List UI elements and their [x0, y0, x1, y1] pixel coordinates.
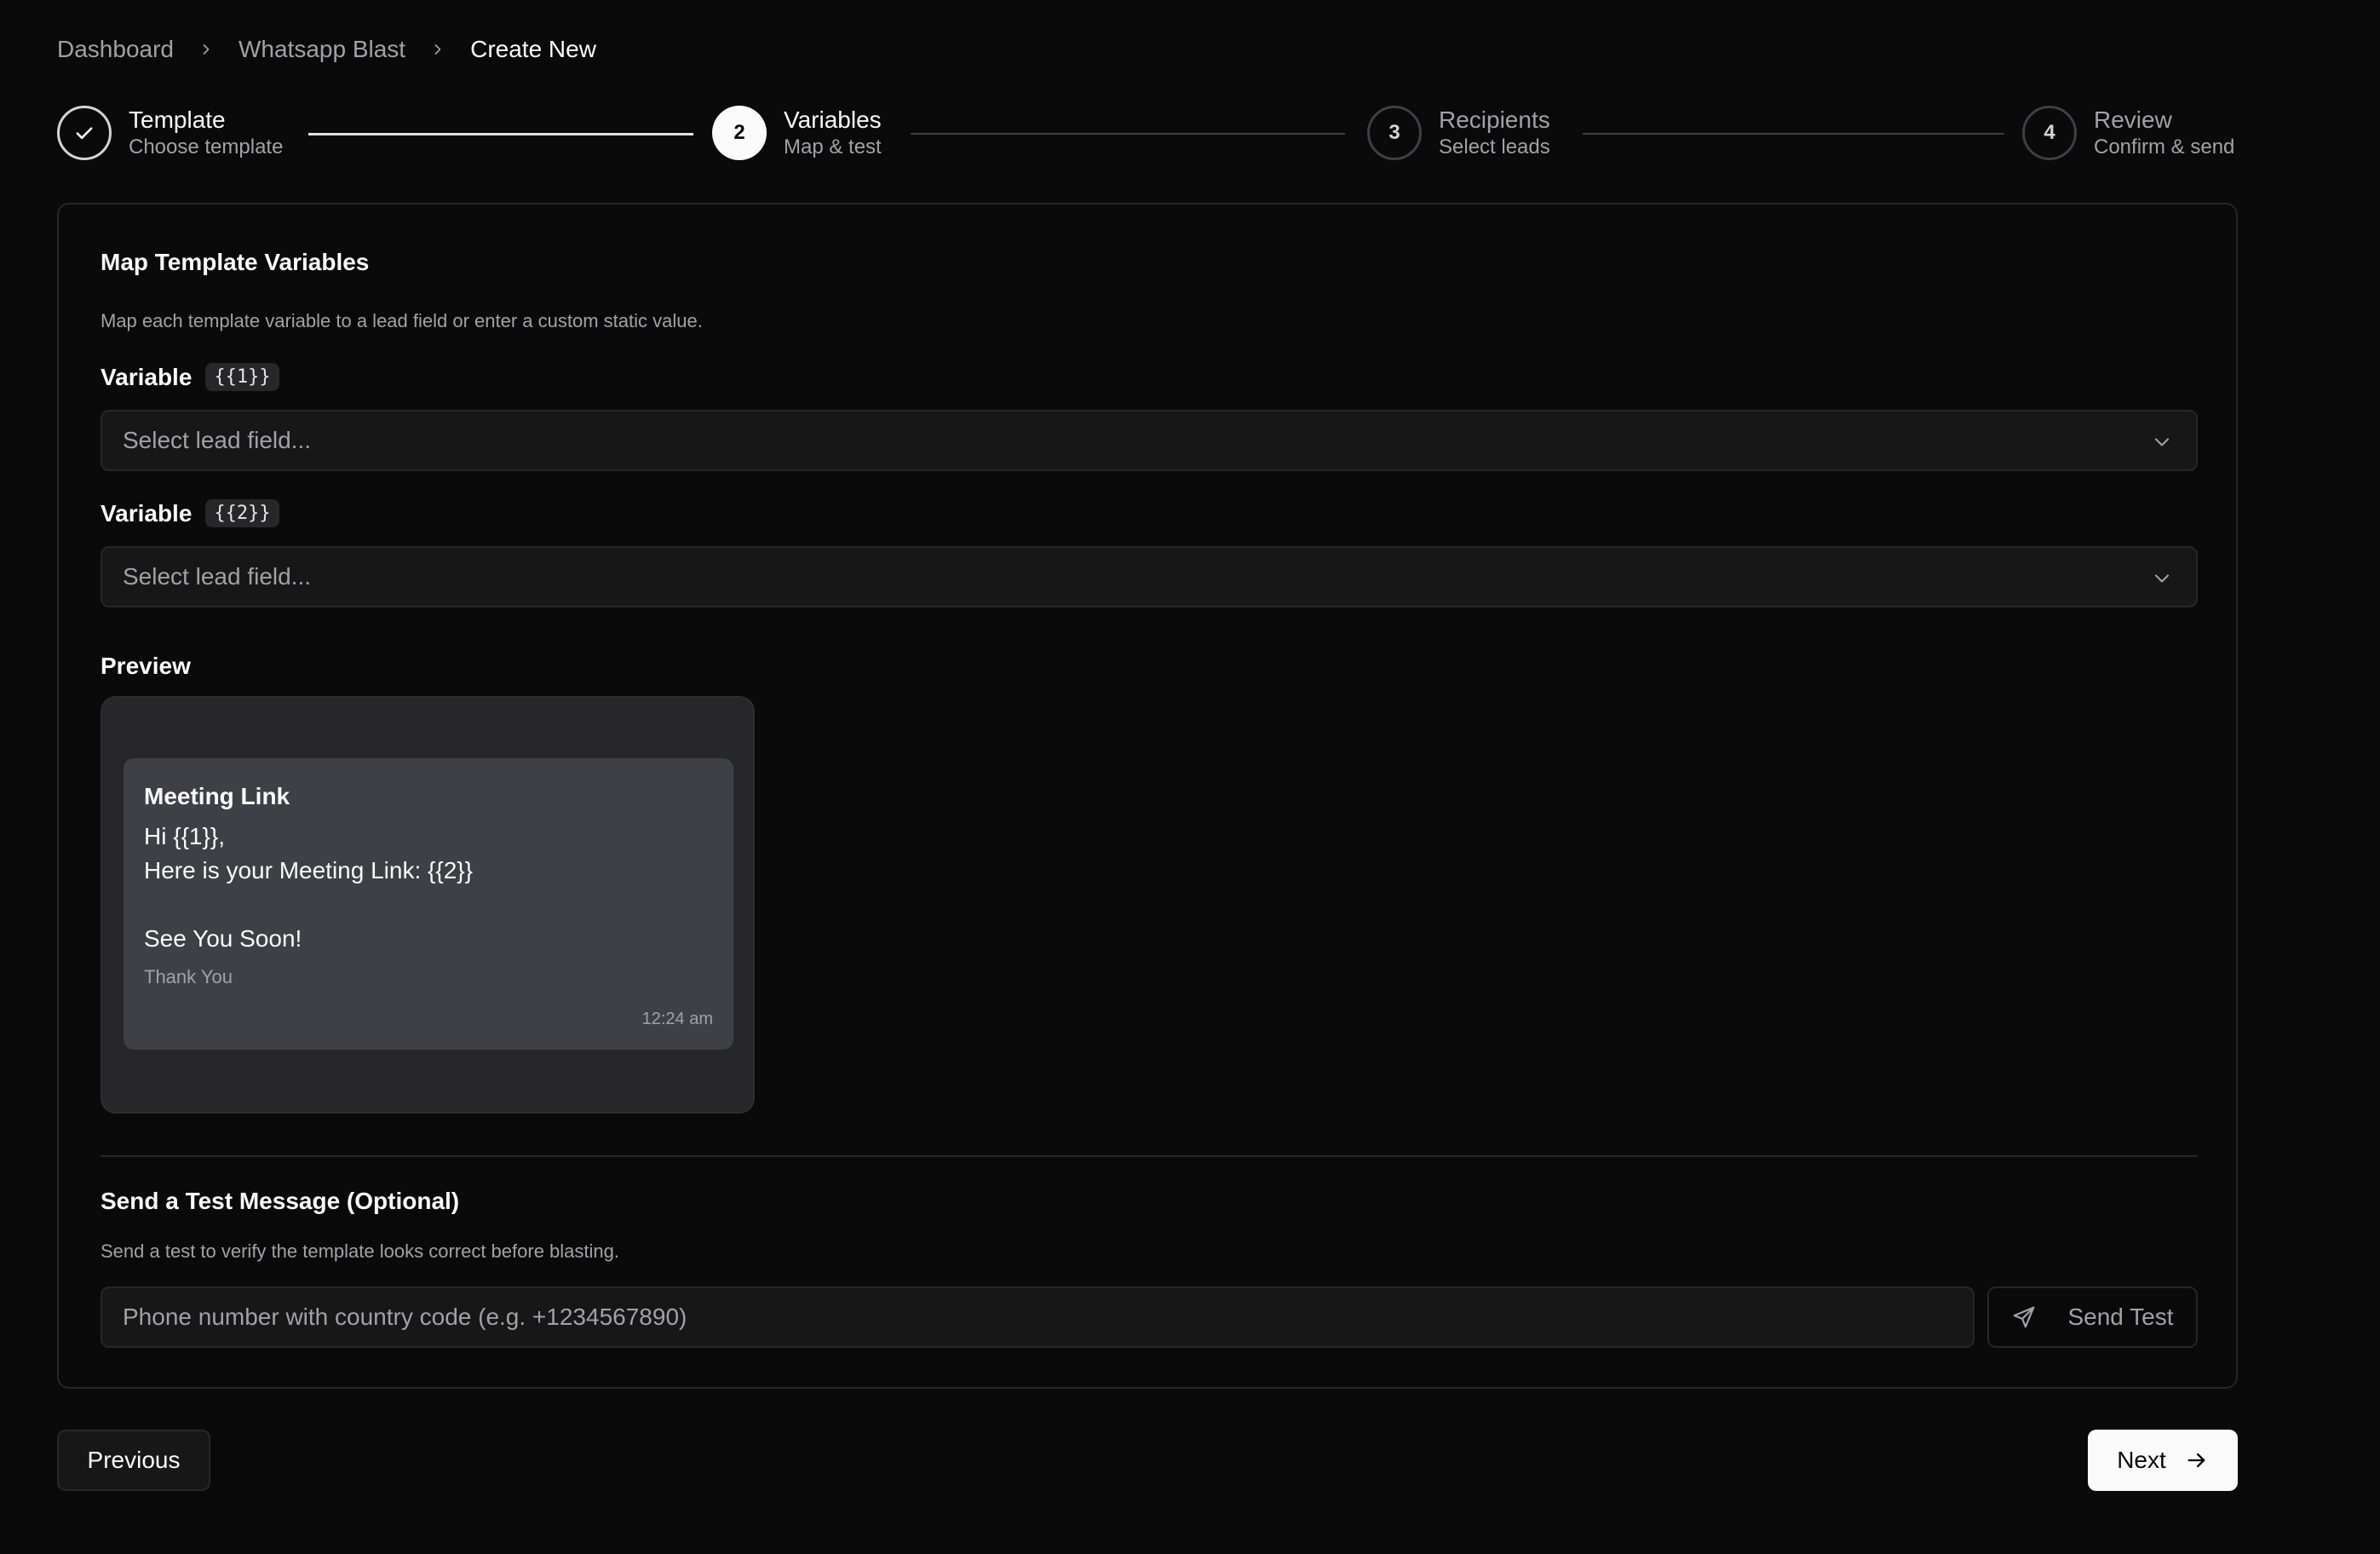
send-icon	[2011, 1304, 2037, 1330]
step-connector	[308, 133, 693, 135]
chevron-down-icon	[2150, 430, 2174, 454]
divider	[101, 1155, 2198, 1157]
test-section-title: Send a Test Message (Optional)	[101, 1188, 460, 1214]
check-icon	[57, 106, 112, 160]
previous-label: Previous	[87, 1447, 181, 1473]
send-test-button[interactable]: Send Test	[1987, 1286, 2198, 1348]
arrow-right-icon	[2185, 1448, 2209, 1472]
preview-label: Preview	[101, 653, 191, 679]
step-subtitle: Map & test	[784, 135, 882, 158]
variable-token-chip: {{2}}	[205, 499, 279, 527]
message-footer: Thank You	[144, 966, 233, 987]
variable-label-text: Variable	[101, 363, 193, 390]
breadcrumb: Dashboard Whatsapp Blast Create New	[57, 34, 596, 65]
message-title: Meeting Link	[144, 783, 290, 809]
step-title: Review	[2094, 106, 2172, 133]
step-subtitle: Confirm & send	[2094, 135, 2235, 158]
stepper: Template Choose template 2 Variables Map…	[57, 106, 2238, 164]
breadcrumb-dashboard[interactable]: Dashboard	[57, 36, 174, 63]
phone-number-input[interactable]	[101, 1286, 1975, 1348]
test-section-description: Send a test to verify the template looks…	[101, 1240, 619, 1262]
chevron-right-icon	[426, 37, 450, 61]
lead-field-select[interactable]: Select lead field...	[101, 410, 2198, 471]
step-review[interactable]: 4 Review Confirm & send	[2022, 106, 2234, 160]
select-placeholder: Select lead field...	[123, 427, 312, 453]
breadcrumb-current: Create New	[470, 36, 596, 62]
send-test-label: Send Test	[2067, 1304, 2174, 1330]
step-number: 4	[2022, 106, 2077, 160]
message-bubble: Meeting Link Hi {{1}}, Here is your Meet…	[124, 758, 733, 1050]
step-recipients[interactable]: 3 Recipients Select leads	[1367, 106, 1550, 160]
message-body: Hi {{1}}, Here is your Meeting Link: {{2…	[144, 823, 474, 952]
step-number: 3	[1367, 106, 1422, 160]
variable-label-text: Variable	[101, 499, 193, 527]
variable-label: Variable {{1}}	[101, 363, 279, 391]
step-variables[interactable]: 2 Variables Map & test	[712, 106, 882, 160]
variable-token-chip: {{1}}	[205, 363, 279, 391]
message-preview: Meeting Link Hi {{1}}, Here is your Meet…	[101, 696, 755, 1114]
previous-button[interactable]: Previous	[57, 1430, 210, 1491]
section-title: Map Template Variables	[101, 249, 370, 275]
chevron-right-icon	[194, 37, 218, 61]
step-title: Template	[129, 106, 226, 133]
breadcrumb-whatsapp-blast[interactable]: Whatsapp Blast	[239, 36, 405, 63]
next-button[interactable]: Next	[2088, 1430, 2238, 1491]
next-label: Next	[2117, 1447, 2166, 1473]
chevron-down-icon	[2150, 567, 2174, 590]
step-template[interactable]: Template Choose template	[57, 106, 283, 160]
step-connector	[1583, 133, 2004, 135]
step-connector	[911, 133, 1345, 135]
lead-field-select[interactable]: Select lead field...	[101, 546, 2198, 607]
step-subtitle: Choose template	[129, 135, 284, 158]
step-title: Recipients	[1439, 106, 1550, 133]
message-time: 12:24 am	[641, 1010, 713, 1028]
step-subtitle: Select leads	[1439, 135, 1550, 158]
select-placeholder: Select lead field...	[123, 563, 312, 590]
variable-label: Variable {{2}}	[101, 499, 279, 527]
variables-card: Map Template Variables Map each template…	[57, 203, 2238, 1389]
section-description: Map each template variable to a lead fie…	[101, 310, 703, 331]
step-title: Variables	[784, 106, 882, 133]
step-number: 2	[712, 106, 767, 160]
